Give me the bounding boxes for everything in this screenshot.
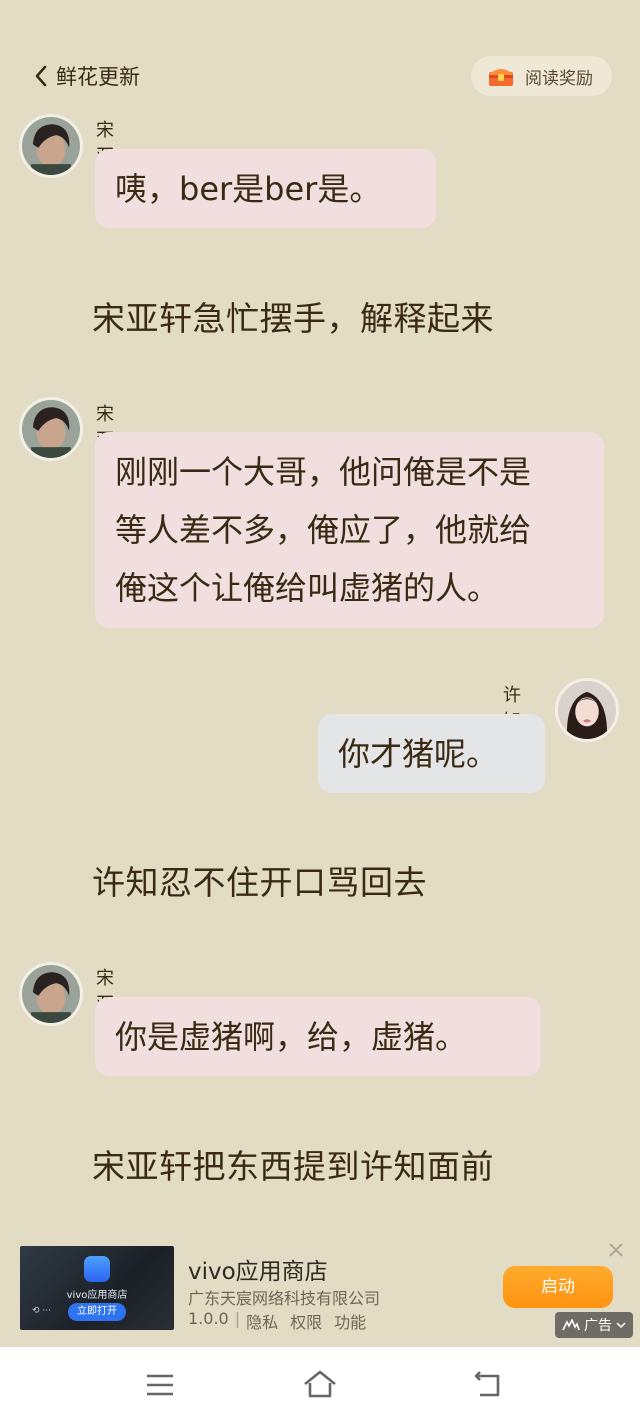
- ad-meta: 1.0.0 | 隐私 权限 功能: [188, 1309, 366, 1333]
- avatar-image: [22, 965, 80, 1023]
- menu-icon: [147, 1374, 173, 1396]
- chevron-down-icon: [616, 1322, 626, 1329]
- message-line: 咦，ber是ber是。: [115, 170, 382, 208]
- avatar[interactable]: [19, 962, 83, 1026]
- reading-reward-label: 阅读奖励: [525, 68, 593, 89]
- ad-privacy-link[interactable]: 隐私: [246, 1309, 278, 1333]
- close-icon[interactable]: [606, 1240, 626, 1260]
- meta-separator: |: [234, 1309, 241, 1328]
- ad-version: 1.0.0: [188, 1309, 229, 1328]
- message-bubble[interactable]: 刚刚一个大哥，他问俺是不是 等人差不多，俺应了，他就给 俺这个让俺给叫虚猪的人。: [95, 432, 604, 628]
- avatar-image: [22, 400, 80, 458]
- narration-text: 宋亚轩把东西提到许知面前: [92, 1147, 494, 1186]
- avatar[interactable]: [19, 397, 83, 461]
- ad-thumbnail[interactable]: vivo应用商店 ⟲ ··· 立即打开: [20, 1246, 174, 1330]
- return-icon: [474, 1371, 500, 1397]
- menu-button[interactable]: [142, 1367, 178, 1403]
- ad-banner[interactable]: vivo应用商店 ⟲ ··· 立即打开 vivo应用商店 广东天宸网络科技有限公…: [0, 1236, 640, 1344]
- avatar[interactable]: [19, 114, 83, 178]
- chapter-title: 鲜花更新: [56, 65, 140, 89]
- ad-features-link[interactable]: 功能: [334, 1309, 366, 1333]
- ad-thumb-open-button[interactable]: 立即打开: [68, 1303, 126, 1321]
- home-button[interactable]: [302, 1367, 338, 1403]
- app-store-icon: [84, 1256, 110, 1282]
- ad-badge-label: 广告: [584, 1318, 612, 1334]
- ad-logo-icon: [562, 1319, 580, 1331]
- message-bubble[interactable]: 咦，ber是ber是。: [95, 149, 436, 228]
- avatar-image: [558, 681, 616, 739]
- ad-launch-button[interactable]: 启动: [503, 1266, 613, 1308]
- return-button[interactable]: [470, 1367, 506, 1403]
- message-line: 你才猪呢。: [338, 735, 499, 773]
- reading-reward-button[interactable]: 阅读奖励: [471, 56, 612, 96]
- ad-thumb-dots: ⟲ ···: [32, 1306, 51, 1316]
- message-line: 你是虚猪啊，给，虚猪。: [115, 1018, 468, 1056]
- message-line: 刚刚一个大哥，他问俺是不是: [115, 453, 532, 491]
- narration-text: 许知忍不住开口骂回去: [92, 863, 427, 902]
- ad-title: vivo应用商店: [188, 1259, 328, 1285]
- avatar-image: [22, 117, 80, 175]
- message-bubble[interactable]: 你是虚猪啊，给，虚猪。: [95, 997, 541, 1076]
- message-line: 俺这个让俺给叫虚猪的人。: [115, 569, 500, 607]
- narration-text: 宋亚轩急忙摆手，解释起来: [92, 299, 494, 338]
- message-line: 等人差不多，俺应了，他就给: [115, 511, 532, 549]
- back-button[interactable]: 鲜花更新: [32, 60, 140, 92]
- chevron-left-icon: [35, 65, 47, 87]
- ad-badge[interactable]: 广告: [555, 1312, 633, 1338]
- reader-header: 鲜花更新 阅读奖励: [0, 52, 640, 100]
- system-navigation-bar: [0, 1346, 640, 1422]
- ad-thumb-store-name: vivo应用商店: [66, 1290, 128, 1301]
- treasure-chest-icon: [489, 69, 513, 86]
- avatar[interactable]: [555, 678, 619, 742]
- ad-permissions-link[interactable]: 权限: [290, 1309, 322, 1333]
- ad-company: 广东天宸网络科技有限公司: [188, 1289, 381, 1308]
- home-icon: [304, 1370, 336, 1398]
- message-bubble[interactable]: 你才猪呢。: [318, 714, 545, 793]
